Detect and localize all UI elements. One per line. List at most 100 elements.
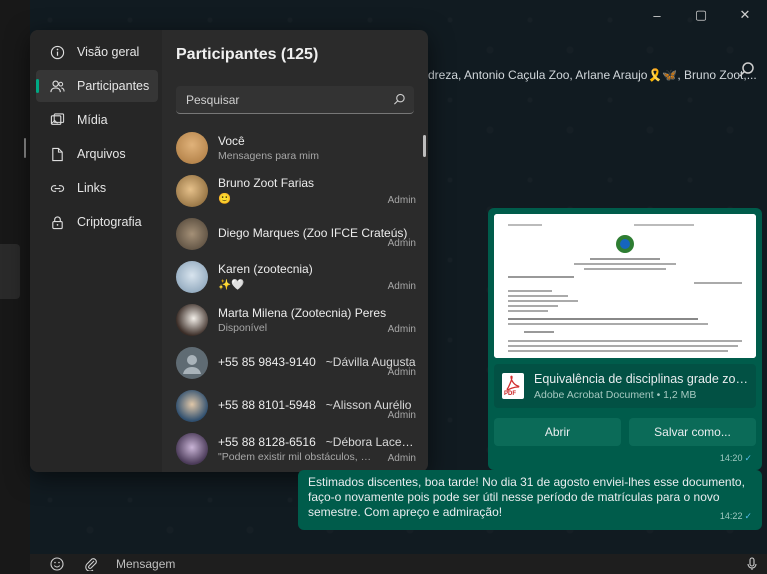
list-item[interactable]: +55 88 8128-6516 ~Débora Lacerda... "Pode… [176, 427, 416, 470]
admin-badge: Admin [387, 324, 416, 335]
people-icon [50, 80, 65, 92]
minimize-button[interactable]: – [635, 0, 679, 30]
window-controls: – ▢ ✕ [635, 0, 767, 30]
nav-item-participants[interactable]: Participantes [36, 70, 158, 102]
list-item[interactable]: Marta Milena (Zootecnia) Peres Disponíve… [176, 298, 416, 341]
scrollbar[interactable] [423, 135, 426, 157]
nav-label: Visão geral [77, 45, 140, 59]
nav-label: Mídia [77, 113, 108, 127]
participants-list: Você Mensagens para mim Bruno Zoot Faria… [176, 126, 416, 470]
read-check-icon: ✓ [744, 453, 752, 463]
participant-status: Disponível [218, 321, 268, 334]
microphone-icon[interactable] [745, 557, 759, 571]
collapse-handle[interactable] [0, 244, 20, 299]
message-time: 14:20 ✓ [720, 453, 752, 464]
avatar [176, 346, 208, 379]
acrobat-icon [506, 375, 520, 391]
participants-search[interactable] [176, 86, 414, 114]
admin-badge: Admin [387, 195, 416, 206]
document-actions: Abrir Salvar como... [494, 418, 756, 446]
list-item[interactable]: +55 85 9843-9140 ~Dávilla Augusta Admin [176, 341, 416, 384]
file-icon [52, 147, 63, 161]
avatar [176, 432, 208, 465]
participants-content: Participantes (125) Você Mensagens para … [162, 30, 428, 472]
file-attachment[interactable]: Equivalência de disciplinas grade zoot_.… [494, 364, 756, 408]
admin-badge: Admin [387, 238, 416, 249]
avatar [176, 174, 208, 207]
list-item[interactable]: +55 88 8101-5948 ~Alisson Aurélio Admin [176, 384, 416, 427]
participant-status: 🙂 [218, 193, 232, 205]
avatar [176, 260, 208, 293]
time-text: 14:20 [719, 453, 743, 463]
participant-phone: +55 85 9843-9140 [218, 354, 316, 369]
avatar [176, 217, 208, 250]
info-nav: Visão geral Participantes Mídia Arquivos… [30, 30, 162, 472]
file-name: Equivalência de disciplinas grade zoot_.… [534, 371, 754, 386]
chat-participants-line[interactable]: dreza, Antonio Caçula Zoo, Arlane Araujo… [428, 68, 757, 82]
admin-badge: Admin [387, 453, 416, 464]
nav-label: Participantes [77, 79, 150, 93]
participant-alias: ~Débora Lacerda... [325, 434, 416, 449]
participant-name: Você [218, 133, 245, 148]
nav-label: Links [77, 181, 107, 195]
participant-phone: +55 88 8101-5948 [218, 397, 316, 412]
avatar [176, 131, 208, 164]
nav-item-overview[interactable]: Visão geral [36, 36, 158, 68]
text-message: Estimados discentes, boa tarde! No dia 3… [298, 470, 762, 530]
participant-status: Mensagens para mim [218, 149, 319, 162]
admin-badge: Admin [387, 410, 416, 421]
pdf-icon [502, 373, 524, 399]
search-icon [393, 93, 405, 105]
participant-status: ✨🤍 [218, 279, 245, 291]
message-composer: Mensagem [30, 554, 767, 574]
participant-name: Marta Milena (Zootecnia) Peres [218, 305, 387, 320]
search-input[interactable] [186, 92, 386, 107]
lock-icon [52, 215, 63, 229]
list-item[interactable]: Você Mensagens para mim [176, 126, 416, 169]
document-message: Equivalência de disciplinas grade zoot_.… [488, 208, 762, 470]
close-button[interactable]: ✕ [723, 0, 767, 30]
search-icon[interactable] [737, 60, 757, 80]
list-item[interactable]: Diego Marques (Zoo IFCE Crateús) Admin [176, 212, 416, 255]
document-preview[interactable] [494, 214, 756, 358]
participant-status: "Podem existir mil obstáculos, ma... [218, 450, 384, 463]
read-check-icon: ✓ [744, 511, 752, 521]
participant-name: Diego Marques (Zoo IFCE Crateús) [218, 225, 408, 240]
avatar [176, 303, 208, 336]
nav-label: Arquivos [77, 147, 126, 161]
message-time: 14:22 ✓ [720, 509, 752, 524]
participant-name: Bruno Zoot Farias [218, 176, 315, 190]
nav-item-files[interactable]: Arquivos [36, 138, 158, 170]
link-icon [50, 184, 65, 192]
attach-icon[interactable] [84, 557, 98, 571]
save-as-button[interactable]: Salvar como... [629, 418, 756, 446]
admin-badge: Admin [387, 281, 416, 292]
list-item[interactable]: Karen (zootecnia) ✨🤍 Admin [176, 255, 416, 298]
avatar [176, 389, 208, 422]
time-text: 14:22 [719, 511, 743, 521]
file-meta: Adobe Acrobat Document • 1,2 MB [534, 388, 697, 401]
participant-name: +55 85 9843-9140 ~Dávilla Augusta [218, 355, 416, 369]
left-rail [0, 0, 30, 574]
image-icon [50, 112, 65, 125]
participant-name: +55 88 8128-6516 ~Débora Lacerda... [218, 435, 416, 449]
maximize-button[interactable]: ▢ [679, 0, 723, 30]
list-item[interactable]: Bruno Zoot Farias 🙂 Admin [176, 169, 416, 212]
page-title: Participantes (125) [176, 46, 319, 63]
admin-badge: Admin [387, 367, 416, 378]
nav-item-links[interactable]: Links [36, 172, 158, 204]
default-avatar-icon [183, 354, 201, 374]
group-info-panel: Visão geral Participantes Mídia Arquivos… [30, 30, 428, 472]
nav-item-media[interactable]: Mídia [36, 104, 158, 136]
open-button[interactable]: Abrir [494, 418, 621, 446]
participant-name: +55 88 8101-5948 ~Alisson Aurélio [218, 398, 416, 412]
nav-item-encryption[interactable]: Criptografia [36, 206, 158, 238]
message-text: Estimados discentes, boa tarde! No dia 3… [308, 475, 745, 519]
message-input[interactable]: Mensagem [116, 557, 175, 571]
participant-name: Karen (zootecnia) [218, 262, 313, 276]
emoji-icon[interactable] [50, 557, 64, 571]
participant-phone: +55 88 8128-6516 [218, 434, 316, 449]
document-thumbnail [494, 214, 756, 358]
rail-indicator [24, 138, 26, 158]
info-icon [50, 45, 65, 59]
